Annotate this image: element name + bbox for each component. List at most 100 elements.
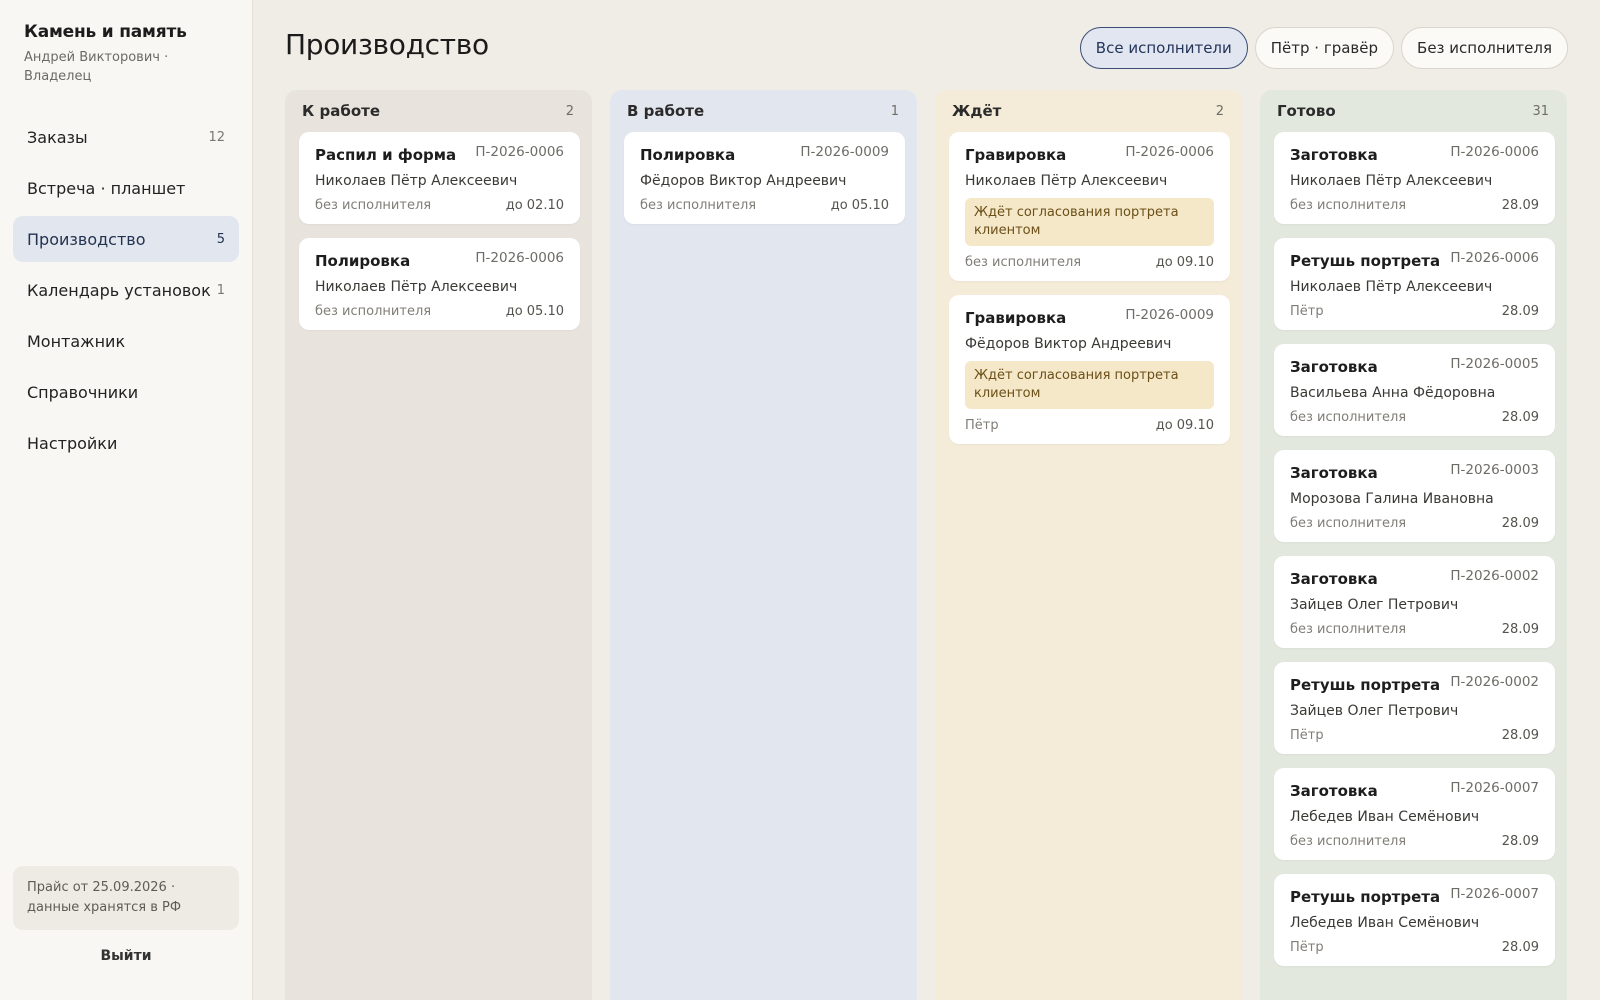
card-header: Ретушь портрета П-2026-0007 <box>1290 886 1539 906</box>
sidebar-item-references[interactable]: Справочники <box>13 369 239 415</box>
column-header: В работе 1 <box>624 90 903 132</box>
task-card[interactable]: Ретушь портрета П-2026-0007 Лебедев Иван С… <box>1274 874 1555 966</box>
column-todo: К работе 2 Распил и форма П-2026-0006 Нико… <box>285 90 592 1000</box>
sidebar-item-label: Встреча · планшет <box>27 178 186 198</box>
due-date: 28.09 <box>1501 516 1539 531</box>
task-title: Распил и форма <box>315 146 457 164</box>
user-role: Андрей Викторович · Владелец <box>24 50 169 84</box>
order-id: П-2026-0006 <box>1125 144 1214 160</box>
card-header: Ретушь портрета П-2026-0006 <box>1290 250 1539 270</box>
sidebar-item-production[interactable]: Производство 5 <box>13 216 239 262</box>
client-name: Зайцев Олег Петрович <box>1290 703 1459 719</box>
card-header: Заготовка П-2026-0005 <box>1290 356 1539 376</box>
card-footer: без исполнителя до 05.10 <box>315 304 564 319</box>
card-list: Гравировка П-2026-0006 Николаев Пётр Алекс… <box>949 132 1230 444</box>
task-title: Ретушь портрета <box>1290 252 1441 270</box>
sidebar-item-installer[interactable]: Монтажник <box>13 318 239 364</box>
due-date: 28.09 <box>1501 622 1539 637</box>
card-footer: без исполнителя до 02.10 <box>315 198 564 213</box>
client-name: Лебедев Иван Семёнович <box>1290 915 1480 931</box>
brand-title: Камень и память <box>24 22 187 42</box>
column-title: В работе <box>627 102 705 120</box>
card-footer: без исполнителя 28.09 <box>1290 198 1539 213</box>
client-name: Васильева Анна Фёдоровна <box>1290 385 1496 401</box>
due-date: 28.09 <box>1501 304 1539 319</box>
task-title: Заготовка <box>1290 782 1378 800</box>
column-in-progress: В работе 1 Полировка П-2026-0009 Фёдоров В… <box>610 90 917 1000</box>
filter-petr-engraver[interactable]: Пётр · гравёр <box>1254 27 1395 69</box>
column-title: К работе <box>302 102 380 120</box>
task-card[interactable]: Распил и форма П-2026-0006 Николаев Пётр А… <box>299 132 580 224</box>
column-header: Ждёт 2 <box>949 90 1228 132</box>
task-card[interactable]: Ретушь портрета П-2026-0006 Николаев Пётр … <box>1274 238 1555 330</box>
column-header: К работе 2 <box>299 90 578 132</box>
due-date: 28.09 <box>1501 834 1539 849</box>
due-date: 28.09 <box>1501 728 1539 743</box>
card-footer: без исполнителя 28.09 <box>1290 622 1539 637</box>
kanban-board: К работе 2 Распил и форма П-2026-0006 Нико… <box>285 90 1567 1000</box>
order-id: П-2026-0006 <box>475 250 564 266</box>
assignee-filter: Все исполнители Пётр · гравёр Без исполн… <box>1079 27 1568 69</box>
card-header: Заготовка П-2026-0003 <box>1290 462 1539 482</box>
assignee: без исполнителя <box>1290 622 1407 637</box>
logout-button[interactable]: Выйти <box>13 948 239 964</box>
task-card[interactable]: Гравировка П-2026-0009 Фёдоров Виктор Андр… <box>949 295 1230 444</box>
task-card[interactable]: Гравировка П-2026-0006 Николаев Пётр Алекс… <box>949 132 1230 281</box>
assignee: Пётр <box>1290 940 1324 955</box>
column-waiting: Ждёт 2 Гравировка П-2026-0006 Николаев Пёт… <box>935 90 1242 1000</box>
waiting-note: Ждёт согласования портрета клиентом <box>965 198 1214 246</box>
column-header: Готово 31 <box>1274 90 1553 132</box>
card-header: Заготовка П-2026-0002 <box>1290 568 1539 588</box>
assignee: без исполнителя <box>315 304 432 319</box>
sidebar-item-settings[interactable]: Настройки <box>13 420 239 466</box>
task-title: Ретушь портрета <box>1290 888 1441 906</box>
column-title: Готово <box>1277 102 1336 120</box>
task-title: Гравировка <box>965 146 1067 164</box>
task-card[interactable]: Полировка П-2026-0009 Фёдоров Виктор Андре… <box>624 132 905 224</box>
task-card[interactable]: Заготовка П-2026-0003 Морозова Галина Иван… <box>1274 450 1555 542</box>
sidebar: Камень и память Андрей Викторович · Влад… <box>0 0 253 1000</box>
filter-all-assignees[interactable]: Все исполнители <box>1079 27 1248 69</box>
client-name: Фёдоров Виктор Андреевич <box>965 336 1172 352</box>
client-name: Зайцев Олег Петрович <box>1290 597 1459 613</box>
sidebar-item-label: Производство <box>27 229 146 249</box>
column-done: Готово 31 Заготовка П-2026-0006 Николаев П… <box>1260 90 1567 1000</box>
column-count: 31 <box>1532 103 1549 119</box>
column-title: Ждёт <box>952 102 1002 120</box>
task-card[interactable]: Заготовка П-2026-0007 Лебедев Иван Семёнов… <box>1274 768 1555 860</box>
task-card[interactable]: Заготовка П-2026-0002 Зайцев Олег Петрович… <box>1274 556 1555 648</box>
task-card[interactable]: Ретушь портрета П-2026-0002 Зайцев Олег Пе… <box>1274 662 1555 754</box>
task-card[interactable]: Полировка П-2026-0006 Николаев Пётр Алексе… <box>299 238 580 330</box>
sidebar-item-meeting-tablet[interactable]: Встреча · планшет <box>13 165 239 211</box>
sidebar-item-install-calendar[interactable]: Календарь установок 1 <box>13 267 239 313</box>
sidebar-item-count: 12 <box>208 129 225 145</box>
price-note: Прайс от 25.09.2026 · данные хранятся в … <box>13 866 239 930</box>
task-title: Полировка <box>640 146 736 164</box>
task-card[interactable]: Заготовка П-2026-0005 Васильева Анна Фёдор… <box>1274 344 1555 436</box>
assignee: без исполнителя <box>640 198 757 213</box>
order-id: П-2026-0009 <box>1125 307 1214 323</box>
client-name: Николаев Пётр Алексеевич <box>315 279 518 295</box>
card-footer: без исполнителя 28.09 <box>1290 410 1539 425</box>
card-header: Полировка П-2026-0006 <box>315 250 564 270</box>
assignee: без исполнителя <box>315 198 432 213</box>
card-footer: Пётр 28.09 <box>1290 940 1539 955</box>
sidebar-item-label: Заказы <box>27 127 88 147</box>
card-list: Заготовка П-2026-0006 Николаев Пётр Алексе… <box>1274 132 1555 966</box>
card-footer: без исполнителя до 05.10 <box>640 198 889 213</box>
assignee: без исполнителя <box>965 255 1082 270</box>
assignee: без исполнителя <box>1290 834 1407 849</box>
card-footer: Пётр 28.09 <box>1290 304 1539 319</box>
due-date: до 09.10 <box>1155 418 1214 433</box>
column-count: 2 <box>565 103 574 119</box>
due-date: 28.09 <box>1501 410 1539 425</box>
sidebar-item-orders[interactable]: Заказы 12 <box>13 114 239 160</box>
card-header: Распил и форма П-2026-0006 <box>315 144 564 164</box>
task-title: Гравировка <box>965 309 1067 327</box>
assignee: Пётр <box>965 418 999 433</box>
order-id: П-2026-0007 <box>1450 886 1539 902</box>
card-header: Гравировка П-2026-0009 <box>965 307 1214 327</box>
filter-no-assignee[interactable]: Без исполнителя <box>1401 27 1568 69</box>
assignee: Пётр <box>1290 728 1324 743</box>
task-card[interactable]: Заготовка П-2026-0006 Николаев Пётр Алексе… <box>1274 132 1555 224</box>
